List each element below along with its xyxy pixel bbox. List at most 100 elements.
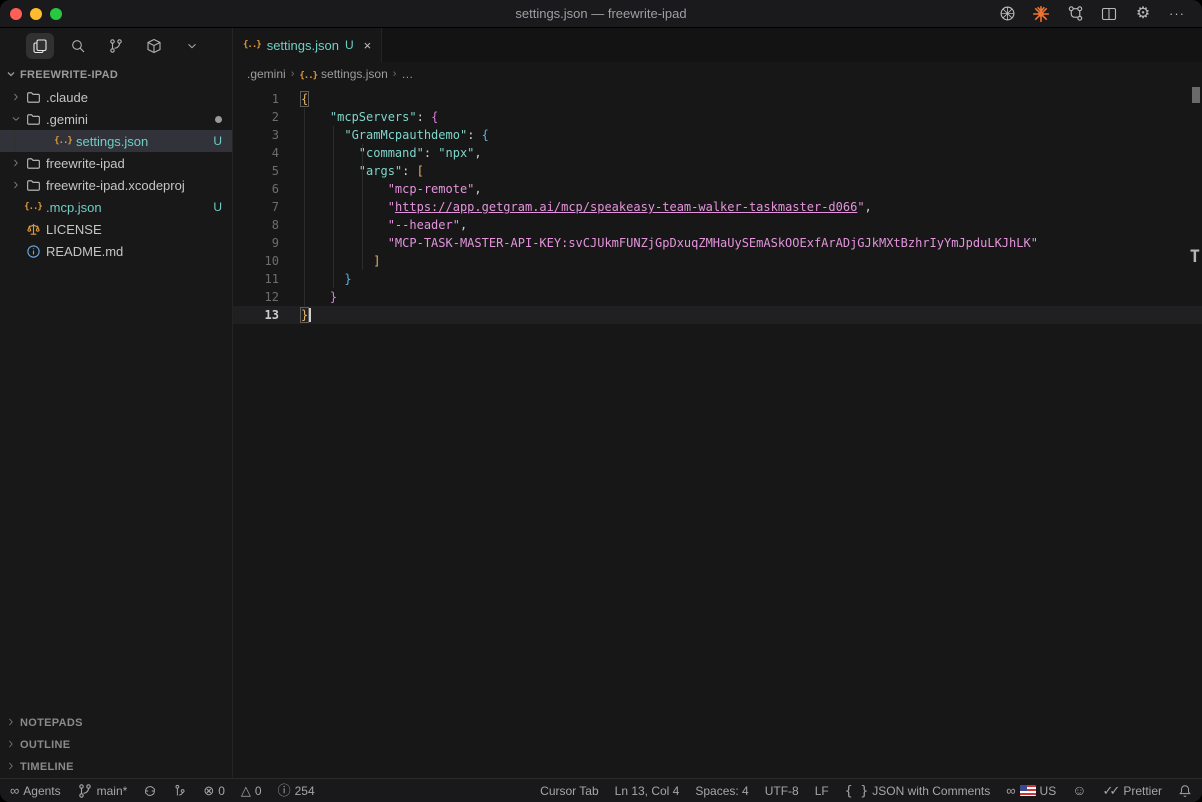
code-line-11[interactable]: 11 }	[233, 270, 1202, 288]
status-feedback[interactable]: ☺	[1072, 783, 1086, 798]
status-warnings[interactable]: △0	[241, 784, 262, 798]
chevron-down-icon	[8, 114, 24, 124]
braces-icon: { }	[845, 784, 868, 798]
warning-icon: △	[241, 784, 251, 798]
status-cursor-tab[interactable]: Cursor Tab	[540, 784, 598, 798]
code-editor[interactable]: 1{2 "mcpServers": {3 "GramMcpauthdemo": …	[233, 86, 1202, 778]
infinity-icon: ∞	[10, 784, 19, 798]
tab-settings-json[interactable]: {..} settings.json U ×	[233, 28, 382, 62]
line-number[interactable]: 12	[239, 288, 279, 306]
line-text: ]	[301, 252, 1202, 270]
split-editor-icon[interactable]	[1100, 5, 1118, 23]
code-line-4[interactable]: 4 "command": "npx",	[233, 144, 1202, 162]
titlebar-icons: ⚙ ···	[998, 5, 1202, 23]
tree-item-freewrite-ipad-xcodeproj[interactable]: freewrite-ipad.xcodeproj	[0, 174, 232, 196]
line-text: "--header",	[301, 216, 1202, 234]
tab-label: settings.json	[267, 38, 339, 53]
file-name: freewrite-ipad	[46, 156, 222, 171]
chevron-down-icon	[6, 69, 16, 82]
section-outline[interactable]: OUTLINE	[0, 734, 232, 756]
branch-icon	[77, 783, 93, 799]
code-line-1[interactable]: 1{	[233, 90, 1202, 108]
source-control-icon[interactable]	[102, 33, 130, 59]
status-encoding[interactable]: UTF-8	[765, 784, 799, 798]
line-number[interactable]: 7	[239, 198, 279, 216]
tree-item-license[interactable]: LICENSE	[0, 218, 232, 240]
status-info-count[interactable]: ⓘ254	[278, 784, 315, 798]
code-line-10[interactable]: 10 ]	[233, 252, 1202, 270]
chevron-right-icon	[6, 739, 16, 752]
settings-gear-icon[interactable]: ⚙	[1134, 5, 1152, 23]
breadcrumb-item[interactable]: {..}settings.json	[299, 67, 387, 81]
status-bar-right: Cursor Tab Ln 13, Col 4 Spaces: 4 UTF-8 LF { …	[540, 783, 1192, 798]
line-text: "GramMcpauthdemo": {	[301, 126, 1202, 144]
status-cursor-position[interactable]: Ln 13, Col 4	[615, 784, 680, 798]
json-file-icon: {..}	[243, 40, 261, 50]
line-number[interactable]: 13	[239, 306, 279, 324]
line-number[interactable]: 10	[239, 252, 279, 270]
tree-item-freewrite-ipad[interactable]: freewrite-ipad	[0, 152, 232, 174]
line-number[interactable]: 6	[239, 180, 279, 198]
status-sync[interactable]	[143, 784, 157, 798]
code-line-3[interactable]: 3 "GramMcpauthdemo": {	[233, 126, 1202, 144]
chevron-right-icon	[6, 761, 16, 774]
status-keyboard-layout[interactable]: ∞US	[1006, 784, 1056, 798]
zoom-window-button[interactable]	[50, 8, 62, 20]
line-number[interactable]: 9	[239, 234, 279, 252]
tree-item--claude[interactable]: .claude	[0, 86, 232, 108]
line-text: {	[301, 90, 1202, 108]
tree-item--gemini[interactable]: .gemini	[0, 108, 232, 130]
tree-item-settings-json[interactable]: {..}settings.jsonU	[0, 130, 232, 152]
code-line-9[interactable]: 9 "MCP-TASK-MASTER-API-KEY:svCJUkmFUNZjG…	[233, 234, 1202, 252]
tree-item-readme-md[interactable]: README.md	[0, 240, 232, 262]
status-notifications[interactable]	[1178, 784, 1192, 798]
status-agents[interactable]: ∞Agents	[10, 784, 61, 798]
code-line-7[interactable]: 7 "https://app.getgram.ai/mcp/speakeasy-…	[233, 198, 1202, 216]
ai-swirl-icon[interactable]	[998, 5, 1016, 23]
file-name: LICENSE	[46, 222, 222, 237]
edge-hint-text: T	[1190, 248, 1200, 266]
extensions-icon[interactable]	[140, 33, 168, 59]
file-name: .mcp.json	[46, 200, 207, 215]
status-formatter[interactable]: ✓✓Prettier	[1103, 784, 1162, 798]
search-icon[interactable]	[64, 33, 92, 59]
breadcrumb-item[interactable]: …	[401, 67, 413, 81]
line-number[interactable]: 1	[239, 90, 279, 108]
starburst-icon[interactable]	[1032, 5, 1050, 23]
line-number[interactable]: 11	[239, 270, 279, 288]
status-eol[interactable]: LF	[815, 784, 829, 798]
explorer-root-header[interactable]: FREEWRITE-IPAD	[0, 64, 232, 86]
status-errors[interactable]: ⊗0	[203, 784, 225, 798]
tree-item--mcp-json[interactable]: {..}.mcp.jsonU	[0, 196, 232, 218]
status-scm-graph[interactable]	[173, 784, 187, 798]
line-number[interactable]: 5	[239, 162, 279, 180]
status-language-mode[interactable]: { }JSON with Comments	[845, 784, 991, 798]
status-indentation[interactable]: Spaces: 4	[695, 784, 748, 798]
breadcrumb-item[interactable]: .gemini	[247, 67, 286, 81]
status-git-branch[interactable]: main*	[77, 783, 128, 799]
close-window-button[interactable]	[10, 8, 22, 20]
vertical-scrollbar[interactable]	[1192, 87, 1200, 103]
indent-guide	[304, 108, 305, 306]
info-circle-icon	[24, 244, 42, 259]
sidebar: FREEWRITE-IPAD .claude.gemini{..}setting…	[0, 28, 233, 778]
workflow-icon[interactable]	[1066, 5, 1084, 23]
code-line-8[interactable]: 8 "--header",	[233, 216, 1202, 234]
line-number[interactable]: 4	[239, 144, 279, 162]
line-number[interactable]: 8	[239, 216, 279, 234]
tab-close-icon[interactable]: ×	[364, 38, 372, 53]
code-line-13[interactable]: 13}	[233, 306, 1202, 324]
code-line-2[interactable]: 2 "mcpServers": {	[233, 108, 1202, 126]
explorer-files-icon[interactable]	[26, 33, 54, 59]
line-number[interactable]: 2	[239, 108, 279, 126]
minimize-window-button[interactable]	[30, 8, 42, 20]
code-line-12[interactable]: 12 }	[233, 288, 1202, 306]
chevron-down-icon[interactable]	[178, 33, 206, 59]
section-timeline[interactable]: TIMELINE	[0, 756, 232, 778]
line-number[interactable]: 3	[239, 126, 279, 144]
code-line-5[interactable]: 5 "args": [	[233, 162, 1202, 180]
modified-dot-badge	[215, 116, 222, 123]
section-notepads[interactable]: NOTEPADS	[0, 712, 232, 734]
more-ellipsis-icon[interactable]: ···	[1168, 5, 1186, 23]
code-line-6[interactable]: 6 "mcp-remote",	[233, 180, 1202, 198]
